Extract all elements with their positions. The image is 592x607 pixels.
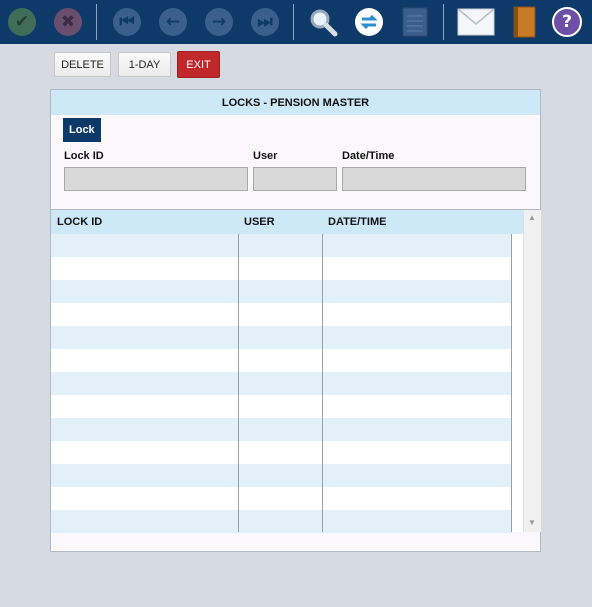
locks-panel: LOCKS - PENSION MASTER Lock Lock ID User… [50, 89, 541, 552]
notepad-icon[interactable] [398, 5, 432, 39]
table-row[interactable] [51, 349, 512, 372]
table-row[interactable] [51, 280, 512, 303]
one-day-button[interactable]: 1-DAY [118, 52, 171, 77]
check-icon[interactable]: ✔ [5, 5, 39, 39]
help-icon[interactable]: ? [550, 5, 584, 39]
table-row[interactable] [51, 487, 512, 510]
column-header-datetime[interactable]: DATE/TIME [328, 210, 386, 234]
last-record-icon[interactable]: ⏭ [248, 5, 282, 39]
table-row[interactable] [51, 303, 512, 326]
next-record-icon[interactable]: → [202, 5, 236, 39]
first-record-icon[interactable]: ⏮ [110, 5, 144, 39]
tab-lock[interactable]: Lock [63, 118, 101, 142]
column-header-lock-id[interactable]: LOCK ID [57, 210, 102, 234]
vertical-scrollbar[interactable]: ▲ ▼ [523, 210, 541, 532]
table-row[interactable] [51, 395, 512, 418]
datetime-field[interactable] [342, 167, 526, 191]
toolbar-divider [293, 4, 294, 40]
delete-button[interactable]: DELETE [54, 52, 111, 77]
mail-icon[interactable] [456, 5, 496, 39]
column-divider [238, 234, 239, 532]
grid-body [51, 234, 512, 533]
user-field[interactable] [253, 167, 337, 191]
scroll-down-icon[interactable]: ▼ [528, 518, 536, 527]
scroll-up-icon[interactable]: ▲ [528, 213, 536, 222]
table-row[interactable] [51, 326, 512, 349]
table-row[interactable] [51, 234, 512, 257]
table-row[interactable] [51, 510, 512, 533]
toolbar-divider [96, 4, 97, 40]
table-row[interactable] [51, 372, 512, 395]
lock-id-field[interactable] [64, 167, 248, 191]
cancel-icon[interactable]: ✖ [51, 5, 85, 39]
column-divider [511, 234, 512, 532]
table-row[interactable] [51, 441, 512, 464]
exit-button[interactable]: EXIT [177, 51, 220, 78]
table-row[interactable] [51, 464, 512, 487]
prev-record-icon[interactable]: ← [156, 5, 190, 39]
panel-title: LOCKS - PENSION MASTER [51, 90, 540, 115]
grid-header: LOCK ID USER DATE/TIME [51, 210, 523, 234]
lock-id-label: Lock ID [64, 150, 104, 162]
toolbar: ✔ ✖ ⏮ ← → ⏭ ? [0, 0, 592, 44]
user-label: User [253, 150, 278, 162]
search-icon[interactable] [306, 5, 340, 39]
toolbar-divider [443, 4, 444, 40]
column-header-user[interactable]: USER [244, 210, 275, 234]
book-icon[interactable] [507, 5, 541, 39]
datetime-label: Date/Time [342, 150, 395, 162]
refresh-icon[interactable] [352, 5, 386, 39]
table-row[interactable] [51, 257, 512, 280]
locks-grid: LOCK ID USER DATE/TIME ▲ ▼ [51, 209, 541, 533]
column-divider [322, 234, 323, 532]
table-row[interactable] [51, 418, 512, 441]
